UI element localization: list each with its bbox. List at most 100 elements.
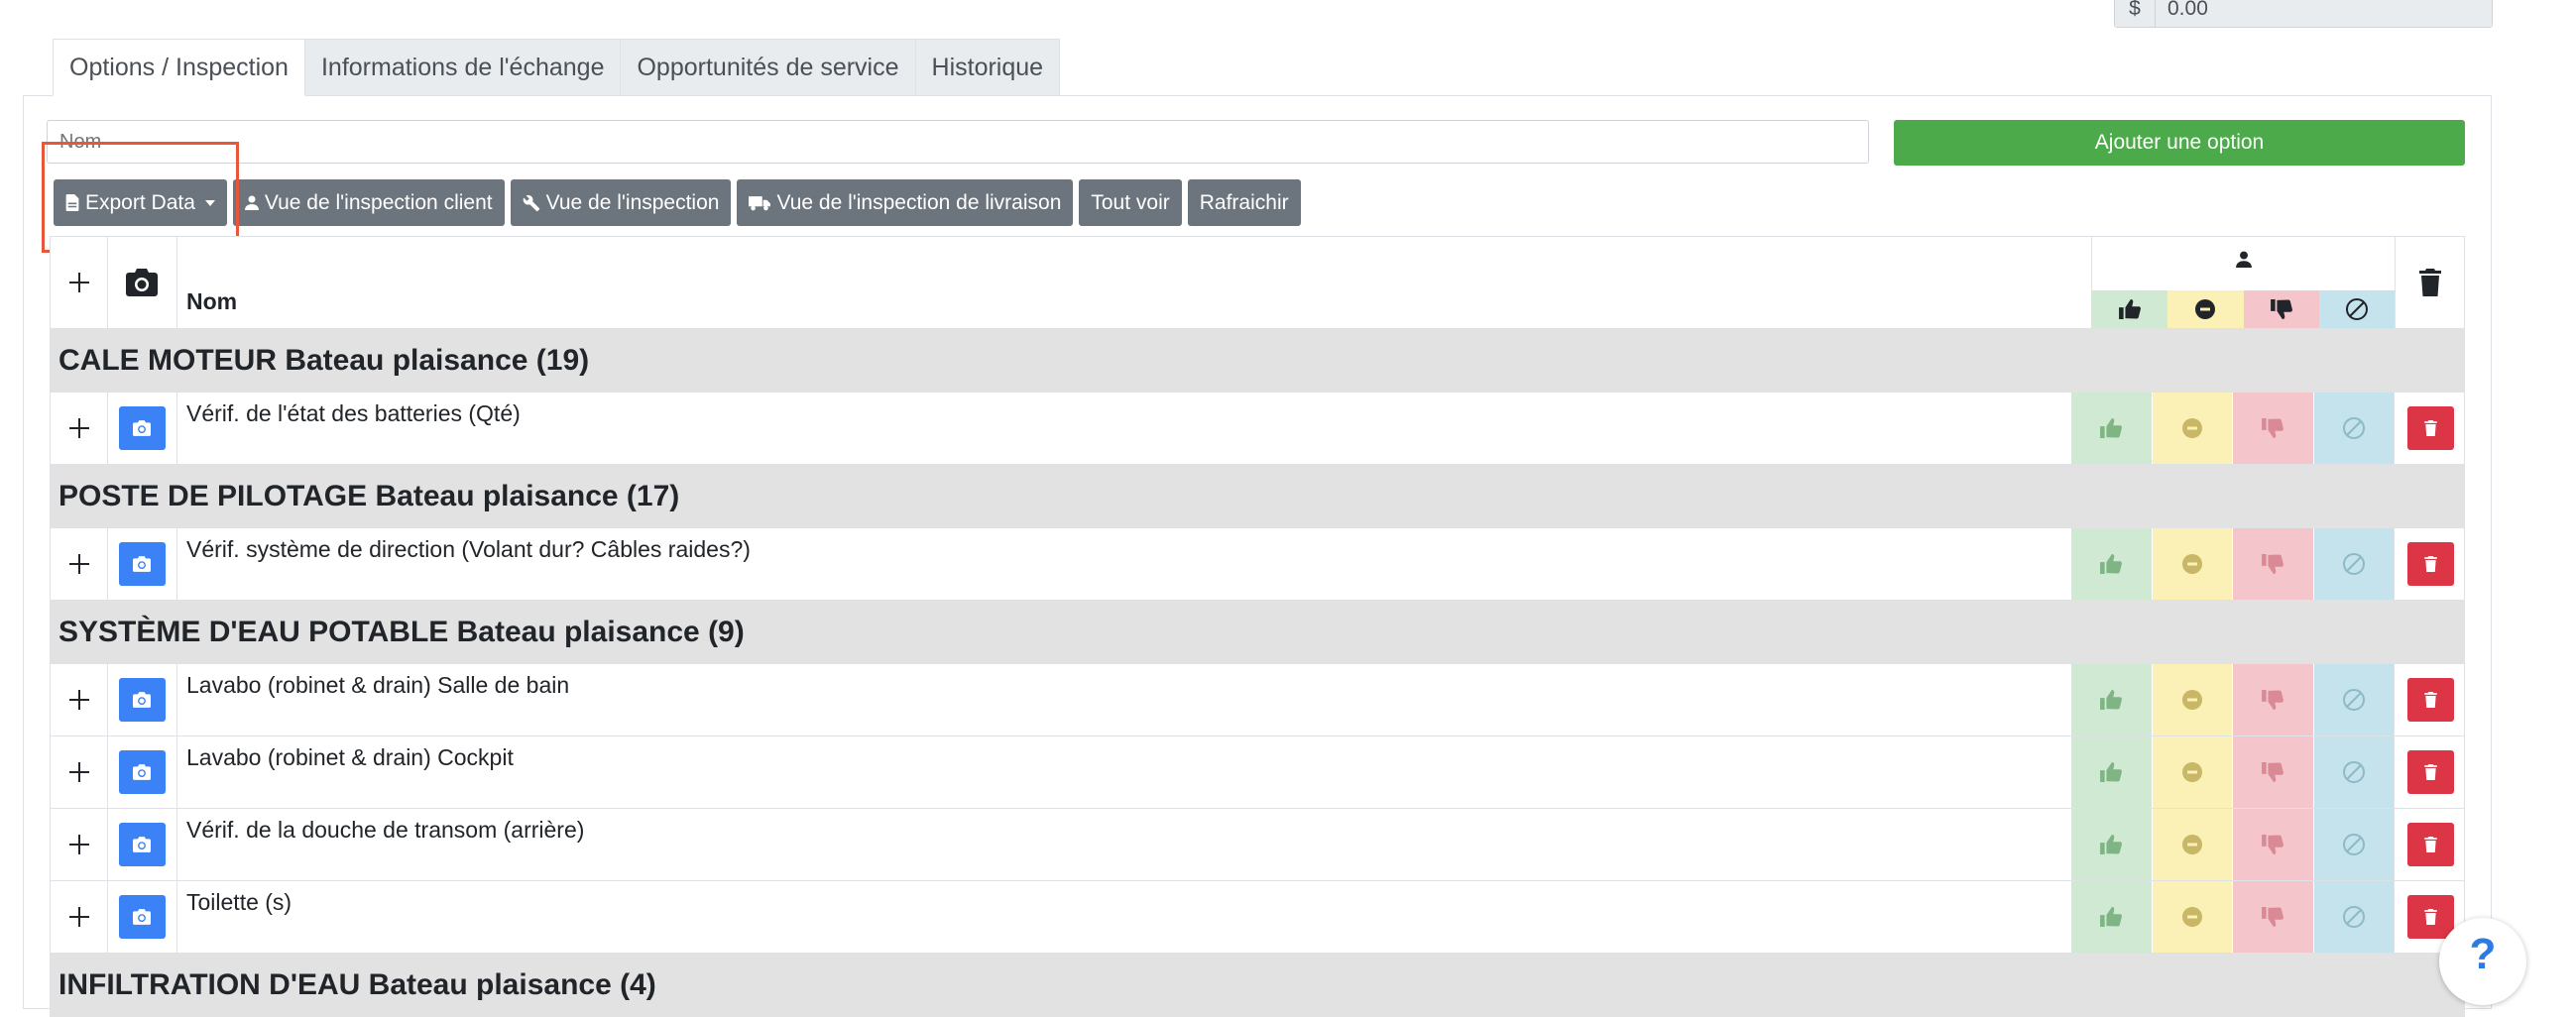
camera-button[interactable] bbox=[118, 823, 166, 866]
row-name: Toilette (s) bbox=[186, 889, 293, 915]
table-row: Lavabo (robinet & drain) Salle de bain bbox=[50, 664, 2465, 736]
camera-button[interactable] bbox=[118, 542, 166, 586]
wrench-icon bbox=[523, 194, 539, 211]
expand-row-button[interactable] bbox=[51, 809, 108, 880]
header-plus-cell bbox=[51, 237, 108, 328]
tab-service-opportunities[interactable]: Opportunités de service bbox=[620, 39, 916, 96]
camera-button[interactable] bbox=[118, 678, 166, 722]
rate-warning-button[interactable] bbox=[2151, 809, 2232, 880]
rate-na-button[interactable] bbox=[2312, 393, 2394, 464]
thumbs-up-icon bbox=[2100, 835, 2123, 854]
thumbs-up-icon bbox=[2100, 418, 2123, 438]
rating-cells bbox=[2070, 528, 2394, 600]
trash-icon bbox=[2424, 420, 2437, 436]
trash-icon bbox=[2424, 764, 2437, 780]
price-value[interactable]: 0.00 bbox=[2156, 0, 2492, 27]
rate-na-button[interactable] bbox=[2312, 736, 2394, 808]
tab-history[interactable]: Historique bbox=[914, 39, 1061, 96]
plus-icon[interactable] bbox=[67, 271, 91, 294]
option-name-input[interactable] bbox=[47, 120, 1869, 164]
plus-icon bbox=[68, 835, 89, 854]
rate-good-button[interactable] bbox=[2070, 809, 2152, 880]
inspection-toolbar: Export Data Vue de l'inspection client V… bbox=[54, 179, 1301, 226]
add-option-button[interactable]: Ajouter une option bbox=[1894, 120, 2465, 166]
export-data-label: Export Data bbox=[85, 190, 195, 214]
camera-cell bbox=[107, 881, 177, 953]
tab-options-inspection[interactable]: Options / Inspection bbox=[53, 39, 305, 96]
rate-bad-button[interactable] bbox=[2232, 664, 2313, 735]
camera-icon bbox=[133, 764, 151, 780]
rate-warning-button[interactable] bbox=[2151, 393, 2232, 464]
rate-warning-button[interactable] bbox=[2151, 664, 2232, 735]
rate-na-button[interactable] bbox=[2312, 809, 2394, 880]
delete-row-button[interactable] bbox=[2407, 406, 2454, 450]
trash-icon bbox=[2424, 556, 2437, 572]
show-all-button[interactable]: Tout voir bbox=[1079, 179, 1182, 226]
rate-good-button[interactable] bbox=[2070, 664, 2152, 735]
delete-row-button[interactable] bbox=[2407, 678, 2454, 722]
header-na-cell bbox=[2318, 290, 2395, 328]
thumbs-down-icon bbox=[2262, 690, 2284, 710]
camera-button[interactable] bbox=[118, 750, 166, 794]
rate-good-button[interactable] bbox=[2070, 881, 2152, 953]
row-name: Vérif. système de direction (Volant dur?… bbox=[186, 536, 751, 562]
plus-icon bbox=[68, 907, 89, 927]
rate-good-button[interactable] bbox=[2070, 528, 2152, 600]
delete-cell bbox=[2394, 736, 2467, 808]
plus-icon bbox=[68, 690, 89, 710]
camera-button[interactable] bbox=[118, 895, 166, 939]
truck-icon bbox=[749, 195, 771, 210]
minus-circle-icon bbox=[2181, 762, 2202, 782]
expand-row-button[interactable] bbox=[51, 664, 108, 735]
rate-good-button[interactable] bbox=[2070, 736, 2152, 808]
rate-bad-button[interactable] bbox=[2232, 528, 2313, 600]
delivery-inspection-view-label: Vue de l'inspection de livraison bbox=[776, 190, 1062, 214]
section-header: CALE MOTEUR Bateau plaisance (19) bbox=[50, 329, 2465, 393]
delete-cell bbox=[2394, 809, 2467, 880]
trash-icon bbox=[2424, 837, 2437, 852]
expand-row-button[interactable] bbox=[51, 736, 108, 808]
header-bad-cell bbox=[2243, 290, 2319, 328]
thumbs-down-icon bbox=[2262, 907, 2284, 927]
delete-row-button[interactable] bbox=[2407, 750, 2454, 794]
export-data-button[interactable]: Export Data bbox=[54, 179, 227, 226]
rate-bad-button[interactable] bbox=[2232, 881, 2313, 953]
row-name: Vérif. de l'état des batteries (Qté) bbox=[186, 400, 521, 426]
delete-row-button[interactable] bbox=[2407, 823, 2454, 866]
thumbs-up-icon bbox=[2100, 554, 2123, 574]
rate-na-button[interactable] bbox=[2312, 881, 2394, 953]
currency-addon: $ bbox=[2115, 0, 2156, 27]
inspection-table: Nom CALE MOTEUR Bateau plaisance (19) Vé… bbox=[50, 236, 2465, 1017]
delete-row-button[interactable] bbox=[2407, 895, 2454, 939]
rate-warning-button[interactable] bbox=[2151, 528, 2232, 600]
inspection-view-button[interactable]: Vue de l'inspection bbox=[510, 179, 732, 226]
minus-circle-icon bbox=[2181, 554, 2202, 574]
rate-warning-button[interactable] bbox=[2151, 736, 2232, 808]
rate-bad-button[interactable] bbox=[2232, 393, 2313, 464]
client-inspection-view-label: Vue de l'inspection client bbox=[264, 190, 493, 214]
expand-row-button[interactable] bbox=[51, 393, 108, 464]
client-inspection-view-button[interactable]: Vue de l'inspection client bbox=[232, 179, 505, 226]
help-button[interactable]: ? bbox=[2439, 918, 2526, 1005]
expand-row-button[interactable] bbox=[51, 528, 108, 600]
refresh-button[interactable]: Rafraichir bbox=[1187, 179, 1301, 226]
camera-button[interactable] bbox=[118, 406, 166, 450]
rate-na-button[interactable] bbox=[2312, 528, 2394, 600]
price-field[interactable]: $ 0.00 bbox=[2114, 0, 2493, 28]
tab-exchange-info[interactable]: Informations de l'échange bbox=[303, 39, 622, 96]
rate-bad-button[interactable] bbox=[2232, 736, 2313, 808]
inspection-view-label: Vue de l'inspection bbox=[545, 190, 720, 214]
thumbs-down-icon bbox=[2262, 835, 2284, 854]
table-row: Toilette (s) bbox=[50, 881, 2465, 954]
expand-row-button[interactable] bbox=[51, 881, 108, 953]
delete-row-button[interactable] bbox=[2407, 542, 2454, 586]
delete-cell bbox=[2394, 528, 2467, 600]
rate-bad-button[interactable] bbox=[2232, 809, 2313, 880]
camera-cell bbox=[107, 736, 177, 808]
header-delete-cell bbox=[2394, 237, 2466, 328]
delivery-inspection-view-button[interactable]: Vue de l'inspection de livraison bbox=[737, 179, 1074, 226]
rate-na-button[interactable] bbox=[2312, 664, 2394, 735]
rate-warning-button[interactable] bbox=[2151, 881, 2232, 953]
section-header: SYSTÈME D'EAU POTABLE Bateau plaisance (… bbox=[50, 601, 2465, 664]
rate-good-button[interactable] bbox=[2070, 393, 2152, 464]
